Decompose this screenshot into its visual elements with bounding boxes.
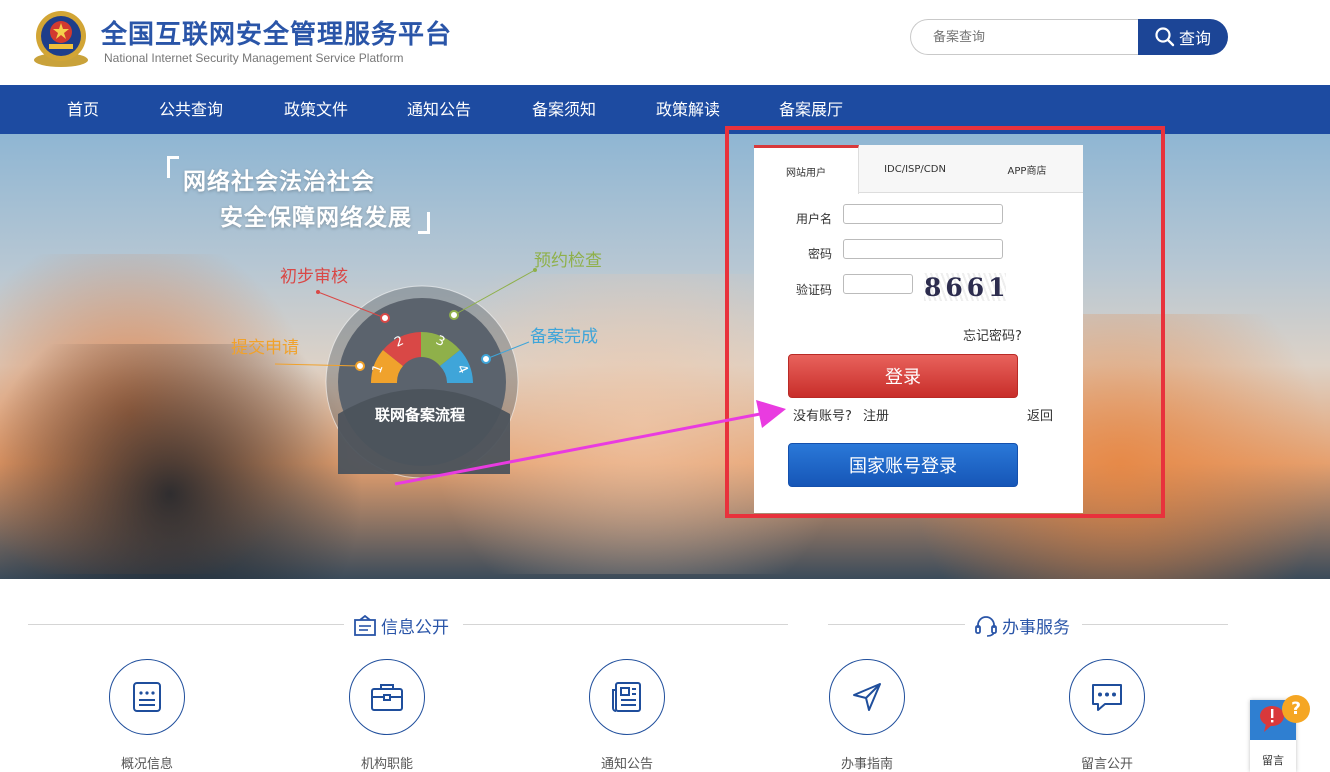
briefcase-icon <box>371 684 403 711</box>
service-guide-label: 办事指南 <box>840 757 893 772</box>
document-list-icon <box>133 682 161 712</box>
section-divider <box>1082 624 1228 625</box>
public-messages-label: 留言公开 <box>1080 757 1133 772</box>
org-functions-label: 机构职能 <box>360 757 413 772</box>
message-widget-label: 留言 <box>1262 754 1284 767</box>
public-messages-button[interactable] <box>1069 659 1145 735</box>
info-section-label: 信息公开 <box>381 618 449 638</box>
notices-button[interactable] <box>589 659 665 735</box>
info-section-title: 信息公开 <box>353 613 449 638</box>
navigation-arrow-icon <box>853 683 881 711</box>
help-question-badge[interactable]: ? <box>1282 695 1310 723</box>
service-section-title: 办事服务 <box>974 613 1070 638</box>
service-guide-button[interactable] <box>829 659 905 735</box>
chat-bubble-icon <box>1092 684 1122 711</box>
overview-info-button[interactable] <box>109 659 185 735</box>
overview-info-label: 概况信息 <box>120 757 173 772</box>
newspaper-icon <box>612 682 641 712</box>
pointer-arrow <box>394 400 786 486</box>
section-divider <box>463 624 788 625</box>
section-divider <box>28 624 344 625</box>
headset-icon <box>975 615 997 637</box>
service-section-label: 办事服务 <box>1002 618 1070 638</box>
notice-board-icon <box>354 614 376 636</box>
notices-label: 通知公告 <box>600 757 653 772</box>
section-divider <box>828 624 965 625</box>
org-functions-button[interactable] <box>349 659 425 735</box>
